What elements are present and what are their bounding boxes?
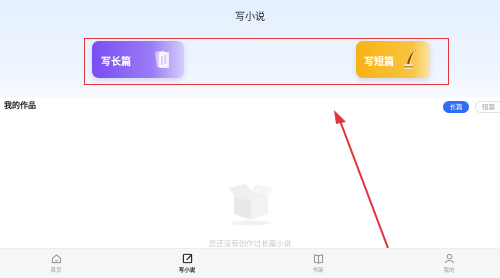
tab-bookshelf-label: 书架 — [312, 268, 324, 274]
tab-home[interactable]: 首页 — [36, 253, 76, 274]
bottom-tab-bar: 首页 写小说 书架 我的 — [0, 248, 500, 278]
tab-write-novel-label: 写小说 — [178, 268, 196, 274]
tab-profile-label: 我的 — [443, 268, 455, 274]
home-icon — [51, 254, 61, 264]
user-icon — [444, 253, 454, 264]
edit-icon — [182, 253, 192, 264]
book-icon — [313, 254, 323, 264]
annotation-arrow — [334, 110, 389, 249]
tab-write-novel[interactable]: 写小说 — [167, 253, 207, 274]
tab-bookshelf[interactable]: 书架 — [298, 253, 338, 274]
tab-home-label: 首页 — [50, 268, 62, 274]
tab-profile[interactable]: 我的 — [429, 253, 469, 274]
